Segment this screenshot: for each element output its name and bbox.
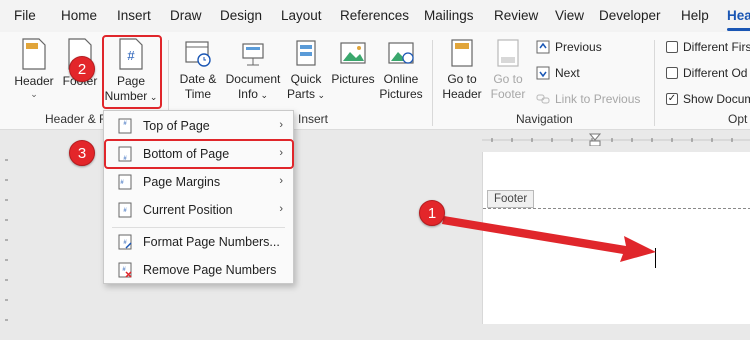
- current-position-icon: #: [118, 202, 132, 218]
- different-odd-even-checkbox[interactable]: Different Od: [666, 66, 747, 80]
- menu-item-top-of-page[interactable]: # Top of Page ›: [104, 113, 293, 139]
- checkbox-box: [666, 67, 678, 79]
- tab-header-footer[interactable]: Hea: [727, 8, 750, 31]
- header-button[interactable]: Header ⌄: [12, 38, 56, 99]
- date-time-button[interactable]: Date & Time: [176, 38, 220, 102]
- goto-header-button[interactable]: Go to Header: [440, 38, 484, 102]
- quick-parts-icon: [296, 40, 316, 66]
- next-button[interactable]: Next: [536, 66, 580, 80]
- picture-icon: [340, 42, 366, 64]
- menu-item-format-page-numbers[interactable]: # Format Page Numbers...: [104, 229, 293, 255]
- page-number-highlight: [102, 35, 162, 109]
- goto-header-label-2: Header: [442, 87, 482, 101]
- chevron-down-icon: ⌄: [30, 89, 38, 99]
- goto-header-label-1: Go to: [447, 72, 477, 86]
- menu-item-remove-page-numbers[interactable]: # Remove Page Numbers: [104, 257, 293, 283]
- menu-item-label: Top of Page: [143, 119, 210, 133]
- page-margins-icon: #: [118, 174, 132, 190]
- pictures-button[interactable]: Pictures: [330, 38, 376, 87]
- next-section-icon: [536, 66, 550, 80]
- menu-divider: [112, 227, 285, 228]
- step-badge-1: 1: [419, 200, 445, 226]
- date-time-label-1: Date &: [179, 72, 217, 86]
- menu-item-current-position[interactable]: # Current Position ›: [104, 197, 293, 223]
- link-to-previous-button[interactable]: Link to Previous: [536, 92, 640, 106]
- show-document-text-checkbox[interactable]: ✓ Show Docum: [666, 92, 750, 106]
- document-info-label-2: Info: [237, 87, 258, 101]
- header-icon: [22, 38, 46, 70]
- quick-parts-label-1: Quick: [290, 72, 322, 86]
- previous-section-icon: [536, 40, 550, 54]
- page-number-menu: # Top of Page › # Bottom of Page › # Pag…: [103, 110, 294, 284]
- different-first-page-checkbox[interactable]: Different Firs: [666, 40, 750, 54]
- date-time-label-2: Time: [184, 87, 212, 101]
- previous-button[interactable]: Previous: [536, 40, 602, 54]
- step-badge-3: 3: [69, 140, 95, 166]
- quick-parts-label-2: Parts: [286, 87, 315, 101]
- goto-footer-label-2: Footer: [490, 87, 526, 101]
- document-info-icon: [242, 43, 264, 66]
- page-top-icon: #: [118, 118, 132, 134]
- online-picture-icon: [388, 42, 414, 64]
- different-first-page-label: Different Firs: [683, 40, 750, 54]
- tab-developer[interactable]: Developer: [599, 8, 661, 23]
- goto-footer-button[interactable]: Go to Footer: [486, 38, 530, 102]
- group-divider: [654, 40, 655, 126]
- goto-footer-icon: [497, 39, 519, 67]
- group-label-navigation: Navigation: [516, 112, 573, 126]
- remove-page-numbers-icon: #: [118, 262, 132, 278]
- menu-item-label: Page Margins: [143, 175, 221, 189]
- format-page-numbers-icon: #: [118, 234, 132, 250]
- chevron-right-icon: ›: [279, 203, 283, 215]
- show-document-text-label: Show Docum: [683, 92, 750, 106]
- tab-review[interactable]: Review: [494, 8, 538, 23]
- chevron-right-icon: ›: [279, 175, 283, 187]
- document-info-button[interactable]: Document Info ⌄: [224, 38, 282, 103]
- calendar-clock-icon: [185, 41, 211, 67]
- tab-references[interactable]: References: [340, 8, 409, 23]
- pictures-label: Pictures: [331, 72, 375, 86]
- previous-label: Previous: [555, 40, 602, 54]
- group-label-options: Opt: [728, 112, 748, 126]
- link-to-previous-label: Link to Previous: [555, 92, 641, 106]
- goto-header-icon: [451, 39, 473, 67]
- step-badge-2: 2: [69, 56, 95, 82]
- goto-footer-label-1: Go to: [493, 72, 523, 86]
- tab-help[interactable]: Help: [681, 8, 709, 23]
- checkmark-icon: ✓: [666, 93, 678, 105]
- menu-item-label: Remove Page Numbers: [143, 263, 277, 277]
- tab-mailings[interactable]: Mailings: [424, 8, 474, 23]
- group-label-header-footer: Header & F: [45, 112, 107, 126]
- tab-layout[interactable]: Layout: [281, 8, 322, 23]
- vertical-ruler: [5, 159, 8, 321]
- ribbon-tab-bar: File Home Insert Draw Design Layout Refe…: [0, 0, 750, 32]
- header-label: Header: [14, 74, 54, 88]
- document-info-label-1: Document: [225, 72, 281, 86]
- menu-item-label: Current Position: [143, 203, 233, 217]
- link-icon: [536, 94, 550, 104]
- quick-parts-button[interactable]: Quick Parts ⌄: [286, 38, 326, 103]
- different-odd-even-label: Different Od: [683, 66, 748, 80]
- tab-view[interactable]: View: [555, 8, 584, 23]
- tab-file[interactable]: File: [14, 8, 36, 23]
- menu-item-label: Format Page Numbers...: [143, 235, 280, 249]
- horizontal-ruler: [482, 133, 750, 146]
- checkbox-box: [666, 41, 678, 53]
- tab-home[interactable]: Home: [61, 8, 97, 23]
- tab-design[interactable]: Design: [220, 8, 262, 23]
- group-label-insert: Insert: [298, 112, 329, 126]
- online-pictures-label-2: Pictures: [379, 87, 423, 101]
- tab-insert[interactable]: Insert: [117, 8, 151, 23]
- online-pictures-label-1: Online: [383, 72, 419, 86]
- tab-draw[interactable]: Draw: [170, 8, 202, 23]
- annotation-arrow: [442, 216, 656, 262]
- next-label: Next: [555, 66, 580, 80]
- bottom-of-page-highlight: [104, 139, 294, 169]
- menu-item-page-margins[interactable]: # Page Margins ›: [104, 169, 293, 195]
- group-divider: [432, 40, 433, 126]
- chevron-right-icon: ›: [279, 119, 283, 131]
- online-pictures-button[interactable]: Online Pictures: [378, 38, 424, 102]
